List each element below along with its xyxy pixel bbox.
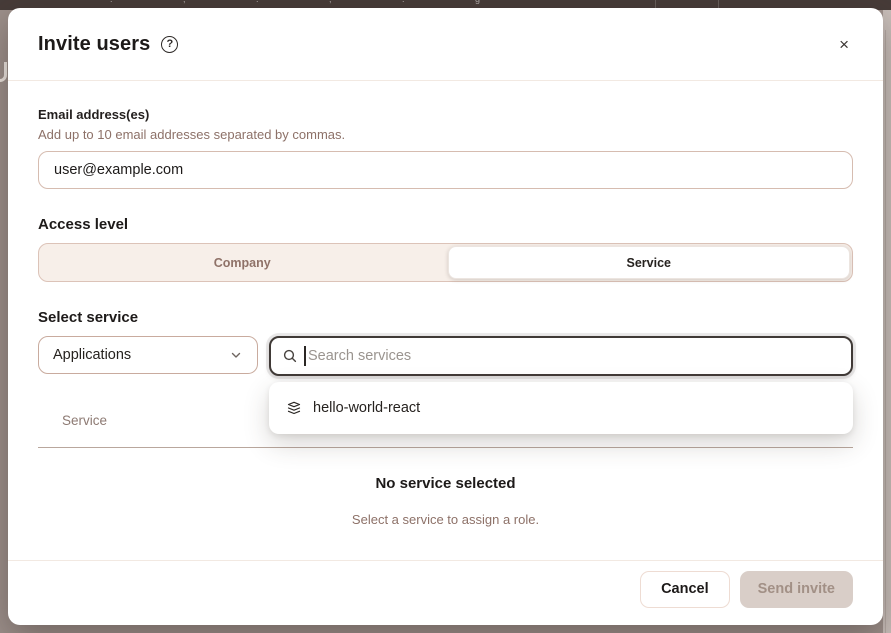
service-result-label: hello-world-react <box>313 400 420 416</box>
invite-users-modal: Invite users ? × Email address(es) Add u… <box>8 8 883 625</box>
empty-state-subtitle: Select a service to assign a role. <box>38 512 853 527</box>
select-service-row: Applications <box>38 336 853 376</box>
modal-footer: Cancel Send invite <box>8 560 883 625</box>
segment-company[interactable]: Company <box>39 244 446 281</box>
segment-company-label: Company <box>214 256 271 270</box>
email-input[interactable] <box>38 151 853 189</box>
service-category-select[interactable]: Applications <box>38 336 258 374</box>
modal-header: Invite users ? × <box>8 8 883 81</box>
service-search-input[interactable] <box>269 336 853 376</box>
service-empty-state: No service selected Select a service to … <box>38 475 853 527</box>
modal-body: Email address(es) Add up to 10 email add… <box>8 81 883 560</box>
service-search-combobox: hello-world-react <box>269 336 853 376</box>
service-search-results: hello-world-react <box>269 382 853 434</box>
background-divider <box>885 30 886 633</box>
text-caret <box>304 346 306 366</box>
select-service-label: Select service <box>38 309 853 326</box>
access-level-segmented-control: Company Service <box>38 243 853 282</box>
access-level-label: Access level <box>38 216 853 233</box>
help-icon[interactable]: ? <box>161 36 178 53</box>
email-label: Email address(es) <box>38 107 853 122</box>
service-category-value: Applications <box>53 347 131 363</box>
background-page-edge <box>883 10 891 633</box>
email-helper-text: Add up to 10 email addresses separated b… <box>38 127 853 142</box>
service-column-header: Service <box>62 413 107 428</box>
cancel-button[interactable]: Cancel <box>640 571 730 608</box>
stack-layers-icon <box>286 400 302 416</box>
segment-service-label: Service <box>627 256 671 270</box>
segment-service[interactable]: Service <box>448 246 851 279</box>
empty-state-title: No service selected <box>38 475 853 492</box>
send-invite-button[interactable]: Send invite <box>740 571 853 608</box>
chevron-down-icon <box>229 348 243 362</box>
close-icon[interactable]: × <box>835 32 853 57</box>
modal-title: Invite users <box>38 33 150 56</box>
background-topbar-nav-fragment: . , . , . g <box>110 0 530 4</box>
service-result-item[interactable]: hello-world-react <box>269 386 853 430</box>
background-logo-fragment <box>0 62 7 82</box>
